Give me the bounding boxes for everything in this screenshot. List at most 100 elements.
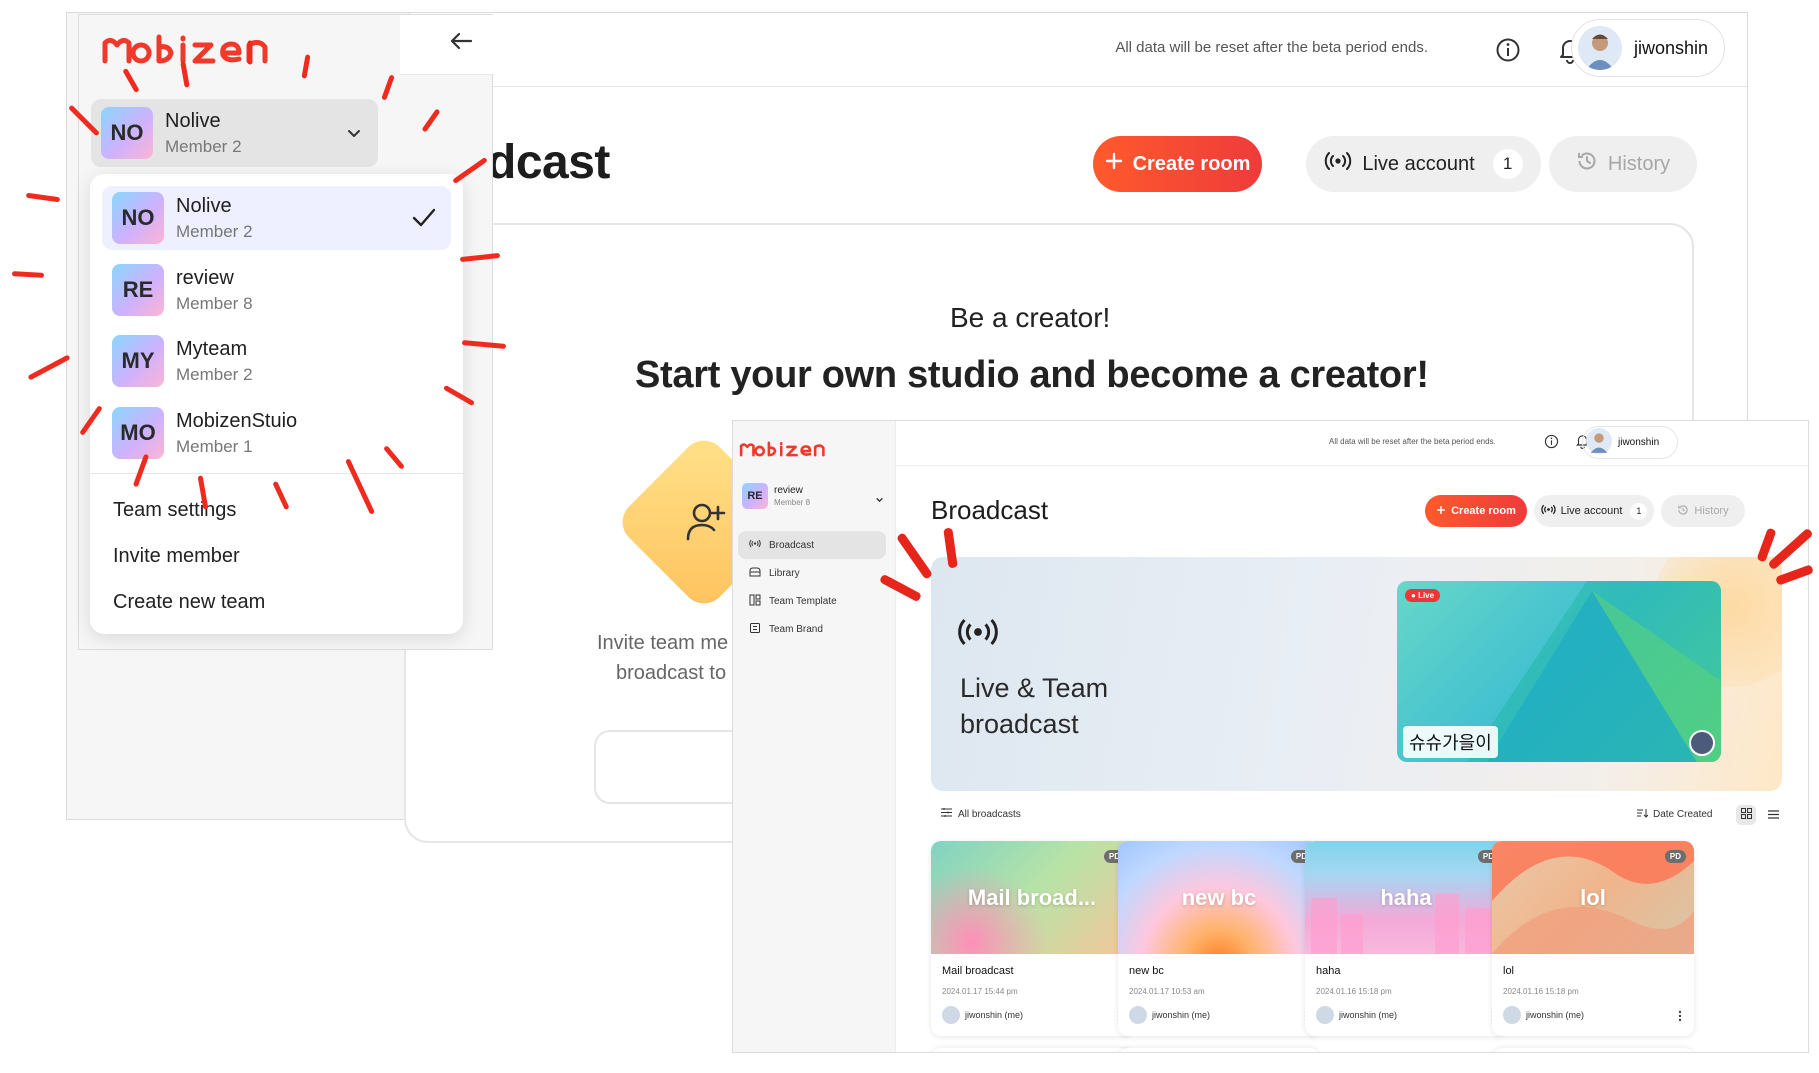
avatar	[1578, 26, 1622, 70]
filter-icon	[941, 808, 952, 820]
page-title: Broadcast	[931, 495, 1049, 525]
empty-state-subtitle: Be a creator!	[950, 302, 1111, 333]
team-badge: NO	[112, 192, 164, 244]
info-icon[interactable]	[1544, 434, 1559, 454]
dropdown-divider	[90, 473, 463, 474]
plus-icon	[1436, 505, 1446, 518]
team-name: MobizenStuio	[176, 409, 298, 432]
team-badge: NO	[101, 107, 153, 159]
team-badge: MO	[112, 407, 164, 459]
team-dropdown: NO Nolive Member 2 RE review Member 8 MY…	[90, 174, 463, 634]
username: jiwonshin	[1634, 37, 1709, 58]
create-room-button[interactable]: Create room	[1093, 136, 1262, 192]
front-sidebar: RE review Member 8 Broadcast Library Tea…	[733, 421, 896, 1052]
team-name: review	[176, 266, 234, 289]
broadcast-card[interactable]: new bc PD new bc 2024.01.17 10:53 am jiw…	[1118, 841, 1320, 1036]
grid-view-toggle[interactable]	[1736, 805, 1756, 825]
team-members: Member 2	[176, 364, 253, 384]
team-name: review	[774, 485, 803, 496]
broadcast-name: lol	[1503, 965, 1515, 977]
team-name: Myteam	[176, 337, 248, 360]
list-view-toggle[interactable]	[1763, 805, 1783, 825]
mobizen-logo[interactable]	[97, 31, 307, 76]
invite-member-item[interactable]: Invite member	[113, 545, 240, 568]
history-button[interactable]: History	[1661, 495, 1745, 527]
history-button[interactable]: History	[1549, 136, 1697, 192]
live-account-button[interactable]: Live account 1	[1306, 136, 1541, 192]
plus-icon	[1105, 152, 1123, 176]
sidebar-item-broadcast[interactable]: Broadcast	[738, 531, 886, 559]
team-selector[interactable]: RE review Member 8	[738, 477, 888, 515]
team-members: Member 2	[176, 221, 253, 241]
more-vertical-icon[interactable]	[1678, 1009, 1682, 1027]
back-header: All data will be reset after the beta pe…	[410, 13, 1747, 87]
team-members: Member 2	[165, 136, 242, 156]
beta-notice: All data will be reset after the beta pe…	[1115, 39, 1428, 56]
live-count-badge: 1	[1630, 502, 1648, 520]
chevron-down-icon	[875, 491, 884, 509]
info-icon[interactable]	[1491, 33, 1525, 67]
history-icon	[1576, 150, 1598, 178]
broadcast-owner: jiwonshin (me)	[1503, 1006, 1584, 1024]
live-count-badge: 1	[1492, 149, 1523, 179]
all-broadcasts-filter[interactable]: All broadcasts	[941, 808, 1021, 820]
create-new-team-item[interactable]: Create new team	[113, 591, 265, 614]
avatar	[1316, 1006, 1334, 1024]
sort-dropdown[interactable]: Date Created	[1637, 808, 1712, 821]
broadcast-date: 2024.01.16 15:18 pm	[1316, 987, 1392, 996]
team-selector[interactable]: NO Nolive Member 2	[91, 99, 378, 167]
broadcast-thumbnail: Mail broad... PD	[931, 841, 1133, 954]
grid-icon	[1740, 806, 1752, 824]
check-icon	[411, 206, 437, 235]
sort-icon	[1637, 808, 1649, 821]
live-preview-card[interactable]: ● Live 슈슈가을이	[1397, 581, 1721, 762]
user-menu[interactable]: jiwonshin	[1571, 19, 1725, 77]
live-streamer-name: 슈슈가을이	[1403, 726, 1498, 758]
list-icon	[1767, 806, 1779, 824]
user-menu[interactable]: jiwonshin	[1582, 426, 1678, 459]
page-title: dcast	[487, 136, 610, 189]
avatar	[1503, 1006, 1521, 1024]
team-option-mobizenstuio[interactable]: MO MobizenStuio Member 1	[102, 401, 451, 465]
avatar	[1689, 730, 1715, 756]
broadcast-card	[931, 1048, 1133, 1052]
brand-icon	[749, 622, 761, 637]
sidebar-item-team-template[interactable]: Team Template	[738, 587, 886, 615]
team-badge: MY	[112, 335, 164, 387]
broadcast-name: new bc	[1129, 965, 1164, 977]
username: jiwonshin	[1618, 437, 1660, 448]
mobizen-logo[interactable]	[737, 439, 845, 466]
broadcast-card	[1492, 1048, 1694, 1052]
live-badge: ● Live	[1405, 589, 1441, 602]
broadcast-date: 2024.01.16 15:18 pm	[1503, 987, 1579, 996]
avatar	[942, 1006, 960, 1024]
broadcast-name: haha	[1316, 965, 1341, 977]
team-badge: RE	[112, 264, 164, 316]
broadcast-card	[1118, 1048, 1320, 1052]
broadcast-thumbnail: lol PD	[1492, 841, 1694, 954]
sidebar-item-library[interactable]: Library	[738, 559, 886, 587]
empty-state-title: Start your own studio and become a creat…	[635, 354, 1429, 396]
pd-badge: PD	[1664, 850, 1686, 863]
broadcast-card[interactable]: lol PD lol 2024.01.16 15:18 pm jiwonshin…	[1492, 841, 1694, 1036]
broadcast-owner: jiwonshin (me)	[1129, 1006, 1210, 1024]
team-option-myteam[interactable]: MY Myteam Member 2	[102, 329, 451, 393]
team-badge: RE	[742, 483, 768, 509]
team-option-nolive[interactable]: NO Nolive Member 2	[102, 186, 451, 250]
team-option-review[interactable]: RE review Member 8	[102, 258, 451, 322]
broadcast-card[interactable]: Mail broad... PD Mail broadcast 2024.01.…	[931, 841, 1133, 1036]
add-person-icon	[680, 497, 730, 552]
team-settings-item[interactable]: Team settings	[113, 499, 236, 522]
broadcast-thumbnail: new bc PD	[1118, 841, 1320, 954]
broadcast-owner: jiwonshin (me)	[942, 1006, 1023, 1024]
broadcast-icon	[749, 539, 761, 551]
sidebar-item-team-brand[interactable]: Team Brand	[738, 615, 886, 643]
team-members: Member 8	[176, 293, 253, 313]
hero-banner[interactable]: Live & Team broadcast ● Live 슈슈가을이	[931, 557, 1782, 791]
back-arrow-icon[interactable]	[447, 27, 475, 60]
broadcast-owner: jiwonshin (me)	[1316, 1006, 1397, 1024]
create-room-button[interactable]: Create room	[1425, 495, 1527, 527]
broadcast-card[interactable]: haha PD haha 2024.01.16 15:18 pm jiwonsh…	[1305, 841, 1507, 1036]
live-account-button[interactable]: Live account 1	[1534, 495, 1654, 527]
team-members: Member 8	[774, 498, 811, 507]
